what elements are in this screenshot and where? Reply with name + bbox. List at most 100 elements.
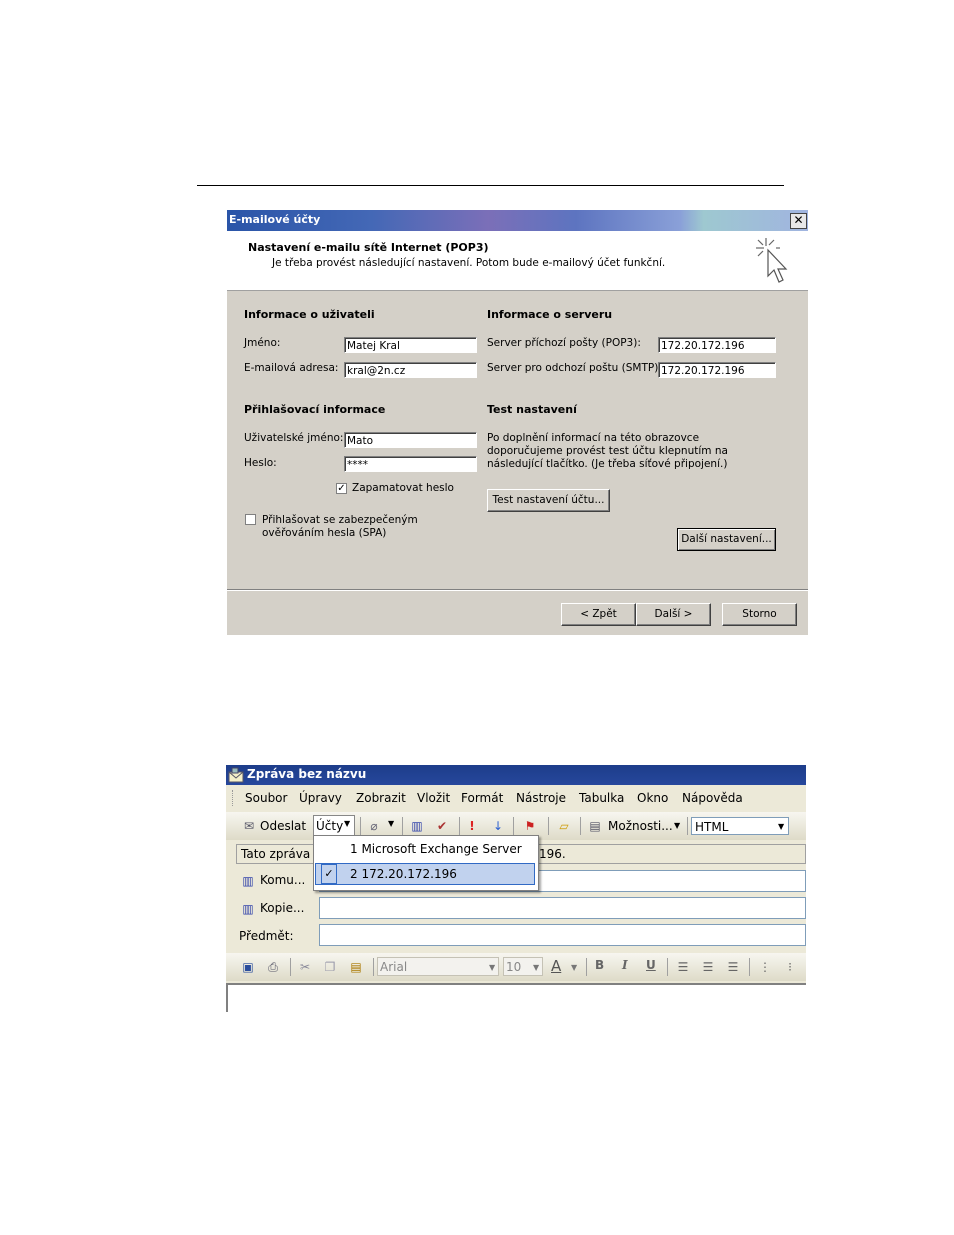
message-body[interactable] <box>226 983 806 1012</box>
font-color-button[interactable]: A <box>551 957 561 975</box>
menu-soubor[interactable]: Soubor <box>245 791 287 805</box>
italic-button[interactable]: I <box>622 958 628 972</box>
smtp-field[interactable]: 172.20.172.196 <box>658 362 776 378</box>
info-bar-text: Tato zpráva b <box>241 847 322 861</box>
attach-dropdown-arrow-icon[interactable]: ▼ <box>388 819 394 828</box>
send-button[interactable]: Odeslat <box>260 819 306 833</box>
test-settings-heading: Test nastavení <box>487 403 577 416</box>
open-folder-icon[interactable]: ▱ <box>555 818 573 834</box>
menu-nastroje[interactable]: Nástroje <box>516 791 566 805</box>
user-info-heading: Informace o uživateli <box>244 308 375 321</box>
menu-tabulka[interactable]: Tabulka <box>579 791 624 805</box>
login-info-heading: Přihlašovací informace <box>244 403 386 416</box>
bulleted-list-icon[interactable]: ⁝ <box>782 959 798 975</box>
align-left-icon[interactable]: ☰ <box>675 959 691 975</box>
accounts-button[interactable]: Účty ▼ <box>313 815 355 837</box>
toolbar-separator <box>586 958 587 976</box>
options-dropdown-arrow-icon[interactable]: ▼ <box>674 821 680 830</box>
password-field[interactable]: **** <box>344 456 477 472</box>
save-icon[interactable]: ▣ <box>240 959 256 975</box>
font-select[interactable]: Arial ▼ <box>377 957 499 976</box>
cc-address-book-icon: ▥ <box>242 902 254 916</box>
window-titlebar: Zpráva bez názvu <box>226 765 806 785</box>
remember-password-label: Zapamatovat heslo <box>352 482 454 494</box>
dialog-header: Nastavení e-mailu sítě Internet (POP3) J… <box>227 231 808 291</box>
options-icon: ▤ <box>589 819 601 833</box>
header-title: Nastavení e-mailu sítě Internet (POP3) <box>248 241 489 254</box>
test-account-button[interactable]: Test nastavení účtu... <box>487 489 610 512</box>
check-names-icon[interactable]: ✔ <box>433 818 451 834</box>
toolbar-separator <box>402 817 403 835</box>
menu-grip-icon <box>232 790 236 806</box>
account-item-exchange[interactable]: 1 Microsoft Exchange Server <box>315 838 535 860</box>
message-icon <box>228 767 244 783</box>
format-dropdown-arrow-icon: ▼ <box>778 822 785 831</box>
name-field[interactable]: Matej Kral <box>344 337 477 353</box>
test-text-line3: následující tlačítko. (Je třeba síťové p… <box>487 458 728 470</box>
flag-icon[interactable]: ⚑ <box>523 818 537 834</box>
smtp-label: Server pro odchozí poštu (SMTP): <box>487 362 662 374</box>
font-value: Arial <box>380 960 408 974</box>
menu-format[interactable]: Formát <box>461 791 503 805</box>
font-dropdown-arrow-icon: ▼ <box>489 963 496 972</box>
paste-icon[interactable]: ▤ <box>347 959 365 975</box>
spa-label-line2: ověřováním hesla (SPA) <box>262 527 387 539</box>
cancel-button[interactable]: Storno <box>722 603 797 626</box>
cc-button[interactable]: Kopie... <box>260 901 304 915</box>
high-importance-icon[interactable]: ! <box>466 818 478 834</box>
formatting-toolbar: ▣ ⎙ ✂ ❐ ▤ Arial ▼ 10 ▼ A ▼ B I U ☰ ☰ ☰ ⋮… <box>226 953 806 981</box>
test-text-line1: Po doplnění informací na této obrazovce <box>487 432 700 444</box>
username-label: Uživatelské jméno: <box>244 432 344 444</box>
remember-password-checkbox[interactable]: ✓ <box>336 483 347 494</box>
test-text-line2: doporučujeme provést test účtu klepnutím… <box>487 445 728 457</box>
username-field[interactable]: Mato <box>344 432 477 448</box>
options-button[interactable]: Možnosti... <box>608 819 673 833</box>
accounts-label: Účty <box>316 819 344 833</box>
menu-bar: Soubor Úpravy Zobrazit Vložit Formát Nás… <box>226 785 806 811</box>
footer-separator <box>227 589 808 591</box>
menu-okno[interactable]: Okno <box>637 791 668 805</box>
pop3-field[interactable]: 172.20.172.196 <box>658 337 776 353</box>
page-rule <box>197 185 784 186</box>
format-select[interactable]: HTML ▼ <box>691 817 789 835</box>
size-dropdown-arrow-icon: ▼ <box>533 963 540 972</box>
email-field[interactable]: kral@2n.cz <box>344 362 477 378</box>
font-color-dropdown-arrow-icon[interactable]: ▼ <box>571 963 577 972</box>
subject-label: Předmět: <box>239 929 294 943</box>
close-button[interactable]: ✕ <box>790 213 807 229</box>
cc-field[interactable] <box>319 897 806 919</box>
to-address-book-icon: ▥ <box>242 874 254 888</box>
size-select[interactable]: 10 ▼ <box>503 957 543 976</box>
more-settings-button[interactable]: Další nastavení... <box>677 528 776 551</box>
spa-checkbox[interactable] <box>245 514 256 525</box>
subject-field[interactable] <box>319 924 806 946</box>
menu-zobrazit[interactable]: Zobrazit <box>356 791 406 805</box>
underline-button[interactable]: U <box>646 958 656 972</box>
address-book-icon[interactable]: ▥ <box>408 818 426 834</box>
email-label: E-mailová adresa: <box>244 362 339 374</box>
pop3-label: Server příchozí pošty (POP3): <box>487 337 641 349</box>
toolbar-separator <box>373 958 374 976</box>
cut-icon[interactable]: ✂ <box>298 959 312 975</box>
menu-napoveda[interactable]: Nápověda <box>682 791 743 805</box>
copy-icon[interactable]: ❐ <box>322 959 338 975</box>
align-center-icon[interactable]: ☰ <box>700 959 716 975</box>
next-button[interactable]: Další > <box>636 603 711 626</box>
print-icon[interactable]: ⎙ <box>264 959 282 975</box>
account-item-pop3[interactable]: ✓ 2 172.20.172.196 <box>315 863 535 885</box>
to-button[interactable]: Komu... <box>260 873 305 887</box>
attach-icon[interactable]: ⌀ <box>366 818 382 834</box>
password-label: Heslo: <box>244 457 277 469</box>
header-subtitle: Je třeba provést následující nastavení. … <box>272 257 666 269</box>
spa-label-line1: Přihlašovat se zabezpečeným <box>262 514 418 526</box>
align-right-icon[interactable]: ☰ <box>725 959 741 975</box>
menu-upravy[interactable]: Úpravy <box>299 791 342 805</box>
back-button[interactable]: < Zpět <box>561 603 636 626</box>
menu-vlozit[interactable]: Vložit <box>417 791 450 805</box>
toolbar-separator <box>548 817 549 835</box>
low-importance-icon[interactable]: ↓ <box>492 818 504 834</box>
toolbar-separator <box>459 817 460 835</box>
size-value: 10 <box>506 960 522 974</box>
numbered-list-icon[interactable]: ⋮ <box>757 959 773 975</box>
bold-button[interactable]: B <box>595 958 604 972</box>
